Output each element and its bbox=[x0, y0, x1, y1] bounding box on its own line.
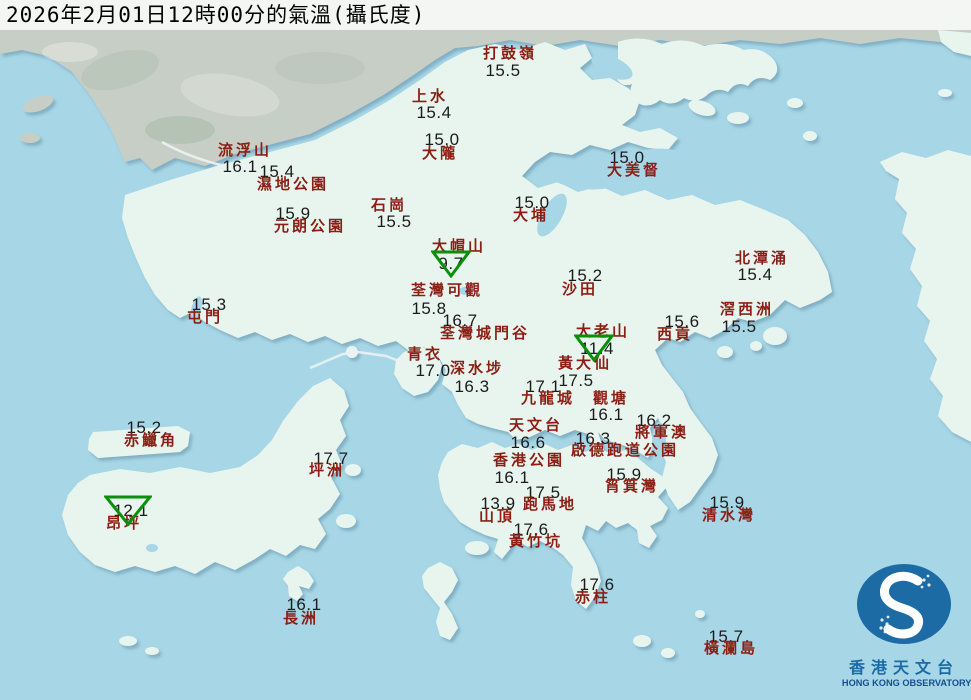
station-name: 大隴 bbox=[421, 144, 459, 162]
station-name: 山頂 bbox=[478, 507, 516, 525]
station-name: 跑馬地 bbox=[522, 495, 578, 513]
station-name: 清水灣 bbox=[701, 506, 757, 524]
hko-logo: 香港天文台 HONG KONG OBSERVATORY bbox=[840, 562, 971, 689]
station-name: 深水埗 bbox=[449, 359, 505, 377]
station-name: 九龍城 bbox=[520, 389, 576, 407]
station-name: 濕地公園 bbox=[256, 175, 330, 193]
station-value: 16.1 bbox=[222, 157, 258, 176]
station-name: 黃竹坑 bbox=[508, 532, 564, 550]
station-name: 北潭涌 bbox=[734, 249, 790, 267]
station-value: 15.5 bbox=[721, 317, 757, 336]
station-value: 16.1 bbox=[588, 405, 624, 424]
station-name: 天文台 bbox=[508, 416, 564, 434]
station-name: 赤鱲角 bbox=[123, 431, 179, 449]
station-name: 大老山 bbox=[575, 322, 631, 340]
station-value: 17.0 bbox=[415, 361, 451, 380]
station-name: 元朗公園 bbox=[273, 217, 347, 235]
station-name: 黃大仙 bbox=[557, 354, 613, 372]
station-value: 15.8 bbox=[411, 299, 447, 318]
station-value: 16.3 bbox=[454, 377, 490, 396]
station-name: 赤柱 bbox=[574, 588, 612, 606]
station-name: 上水 bbox=[411, 87, 449, 105]
hko-logo-chinese: 香港天文台 bbox=[848, 658, 959, 677]
station-value: 15.5 bbox=[485, 61, 521, 80]
station-name: 石崗 bbox=[370, 196, 408, 214]
station-value: 16.1 bbox=[494, 468, 530, 487]
page-title: 2026年2月01日12時00分的氣溫(攝氏度) bbox=[6, 3, 426, 27]
station-name: 滘西洲 bbox=[719, 300, 775, 318]
station-name: 長洲 bbox=[282, 609, 320, 627]
station-value: 15.5 bbox=[376, 212, 412, 231]
station-layer: 15.5 打鼓嶺 15.4 上水 15.0 大隴 15.0 大美督 16.1 流浮山 15.4 濕地公… bbox=[0, 0, 971, 700]
station-name: 大美督 bbox=[606, 161, 662, 179]
station-name: 青衣 bbox=[406, 345, 444, 363]
station-name: 流浮山 bbox=[217, 141, 273, 159]
station-name: 橫瀾島 bbox=[703, 639, 759, 657]
station-name: 打鼓嶺 bbox=[482, 44, 538, 62]
station-name: 荃灣可觀 bbox=[410, 281, 484, 299]
station-name: 坪洲 bbox=[308, 461, 346, 479]
hko-logo-english: HONG KONG OBSERVATORY bbox=[841, 678, 971, 689]
station-value: 17.5 bbox=[558, 371, 594, 390]
station-value: 15.4 bbox=[737, 265, 773, 284]
station-value: 15.4 bbox=[416, 103, 452, 122]
temperature-map-page: 2026年2月01日12時00分的氣溫(攝氏度) 15.5 打鼓嶺 15.4 上水 15… bbox=[0, 0, 971, 700]
station-name: 啟德跑道公園 bbox=[570, 441, 680, 459]
title-bar: 2026年2月01日12時00分的氣溫(攝氏度) bbox=[0, 0, 971, 30]
station-name: 昂坪 bbox=[105, 514, 143, 532]
station-name: 將軍澳 bbox=[634, 423, 690, 441]
station-name: 西貢 bbox=[656, 325, 694, 343]
station-name: 沙田 bbox=[561, 280, 599, 298]
station-name: 大帽山 bbox=[431, 237, 487, 255]
station-name: 筲箕灣 bbox=[604, 477, 660, 495]
hko-logo-icon bbox=[857, 564, 951, 644]
station-name: 香港公園 bbox=[492, 451, 566, 469]
station-name: 大埔 bbox=[512, 206, 550, 224]
station-value: 16.6 bbox=[510, 433, 546, 452]
station-name: 觀塘 bbox=[592, 389, 630, 407]
station-value: 9.7 bbox=[438, 254, 464, 273]
station-name: 荃灣城門谷 bbox=[439, 324, 531, 342]
station-name: 屯門 bbox=[186, 308, 224, 326]
